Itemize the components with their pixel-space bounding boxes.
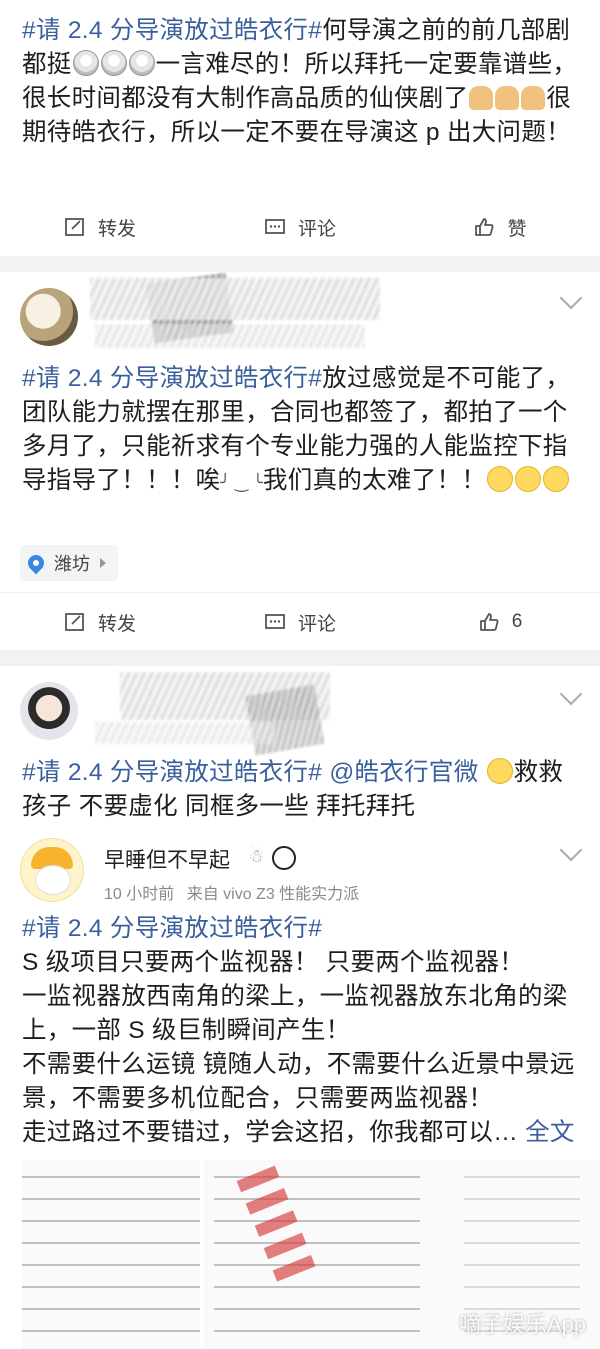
post-line-text: 走过路过不要错过，学会这招，你我都可以… bbox=[22, 1119, 518, 1146]
avatar[interactable] bbox=[20, 838, 84, 902]
like-button[interactable]: 赞 bbox=[400, 214, 600, 241]
thumbs-up-icon bbox=[475, 218, 494, 236]
shocked-face-emoji-icon bbox=[128, 50, 155, 76]
comment-label: 评论 bbox=[297, 218, 336, 240]
location-tag[interactable]: 潍坊 bbox=[20, 545, 118, 581]
post-1-action-bar: 转发 评论 赞 bbox=[0, 198, 600, 256]
post-time: 10 小时前 bbox=[104, 886, 175, 903]
post-1-text: #请 2.4 分导演放过皓衣行#何导演之前的前几部剧都挺 一言难尽的！所以拜托一定… bbox=[0, 0, 600, 150]
flushed-face-emoji-icon bbox=[543, 466, 570, 492]
mention-link[interactable]: @皓衣行官微 bbox=[329, 759, 478, 786]
repost-button[interactable]: 转发 bbox=[0, 214, 200, 241]
caret-right-icon bbox=[100, 558, 106, 568]
obscured-username bbox=[90, 278, 380, 320]
attached-image[interactable] bbox=[22, 1160, 200, 1349]
document-text-lines bbox=[22, 1160, 200, 1349]
post-2-action-bar: 转发 评论 6 bbox=[0, 592, 600, 651]
like-button[interactable]: 6 bbox=[400, 611, 600, 633]
post-line: 一监视器放西南角的梁上，一监视器放东北角的梁上，一部 S 级巨制瞬间产生！ bbox=[22, 983, 568, 1044]
obscured-username bbox=[245, 684, 325, 756]
obscured-meta bbox=[95, 324, 365, 348]
post-meta: 10 小时前 来自 vivo Z3 性能实力派 bbox=[104, 880, 359, 904]
watermark-text: 嘀子娱乐App bbox=[458, 1312, 586, 1337]
repost-label: 转发 bbox=[97, 613, 136, 635]
post-source: 来自 vivo Z3 性能实力派 bbox=[186, 886, 360, 903]
full-text-link[interactable]: 全文 bbox=[525, 1119, 575, 1146]
topic-tag-link[interactable]: #请 2.4 分导演放过皓衣行# bbox=[22, 759, 322, 786]
like-label: 赞 bbox=[507, 218, 527, 240]
shocked-face-emoji-icon bbox=[72, 50, 99, 76]
topic-tag-link[interactable]: #请 2.4 分导演放过皓衣行# bbox=[22, 17, 322, 44]
crying-face-emoji-icon bbox=[486, 758, 513, 784]
avatar[interactable] bbox=[20, 682, 78, 740]
attached-image[interactable]: ▌▌▌▌▌ 嘀子娱乐App bbox=[204, 1160, 600, 1349]
location-pin-icon bbox=[24, 551, 48, 575]
post-1: #请 2.4 分导演放过皓衣行#何导演之前的前几部剧都挺 一言难尽的！所以拜托一定… bbox=[0, 0, 600, 150]
kaomoji-text: ╯ ‿ ╰ bbox=[220, 475, 263, 492]
flushed-face-emoji-icon bbox=[515, 466, 542, 492]
repost-button[interactable]: 转发 bbox=[0, 609, 200, 636]
feed-separator bbox=[0, 650, 600, 666]
pray-hands-emoji-icon bbox=[495, 86, 520, 110]
username[interactable]: 早睡但不早起 bbox=[104, 844, 230, 874]
location-label: 潍坊 bbox=[54, 554, 90, 574]
comment-button[interactable]: 评论 bbox=[200, 214, 400, 241]
chevron-down-icon[interactable] bbox=[559, 682, 583, 706]
chevron-down-icon[interactable] bbox=[559, 838, 583, 862]
like-count: 6 bbox=[511, 611, 523, 632]
chevron-down-icon[interactable] bbox=[559, 286, 583, 310]
comment-icon bbox=[265, 614, 285, 629]
post-line: S 级项目只要两个监视器！ 只要两个监视器！ bbox=[22, 949, 525, 976]
repost-label: 转发 bbox=[97, 218, 136, 240]
repost-icon bbox=[65, 218, 84, 236]
panda-emoji-icon bbox=[272, 846, 296, 870]
feed-separator bbox=[0, 256, 600, 272]
shocked-face-emoji-icon bbox=[100, 50, 127, 76]
pray-hands-emoji-icon bbox=[521, 86, 546, 110]
topic-tag-link[interactable]: #请 2.4 分导演放过皓衣行# bbox=[22, 365, 322, 392]
comment-icon bbox=[265, 219, 285, 234]
thumbs-up-icon bbox=[479, 613, 499, 631]
flushed-face-emoji-icon bbox=[487, 466, 514, 492]
repost-icon bbox=[65, 613, 84, 631]
post-2-text: #请 2.4 分导演放过皓衣行#放过感觉是不可能了，团队能力就摆在那里，合同也都… bbox=[0, 362, 600, 501]
pray-hands-emoji-icon bbox=[469, 86, 494, 110]
post-line: 不需要什么运镜 镜随人动，不需要什么近景中景远景，不需要多机位配合，只需要两监视… bbox=[22, 1051, 575, 1112]
post-3-text: #请 2.4 分导演放过皓衣行# @皓衣行官微 救救孩子 不要虚化 同框多一些 … bbox=[0, 756, 600, 824]
post-4-text: #请 2.4 分导演放过皓衣行# S 级项目只要两个监视器！ 只要两个监视器！ … bbox=[0, 912, 600, 1150]
comment-label: 评论 bbox=[297, 613, 336, 635]
snowman-emoji-icon: ☃ bbox=[248, 846, 265, 866]
post-text-segment: 我们真的太难了！！ bbox=[262, 467, 487, 494]
topic-tag-link[interactable]: #请 2.4 分导演放过皓衣行# bbox=[22, 912, 582, 946]
post-line: 走过路过不要错过，学会这招，你我都可以… 全文 bbox=[22, 1116, 582, 1150]
obscured-meta bbox=[95, 722, 275, 744]
comment-button[interactable]: 评论 bbox=[200, 609, 400, 636]
avatar[interactable] bbox=[20, 288, 78, 346]
